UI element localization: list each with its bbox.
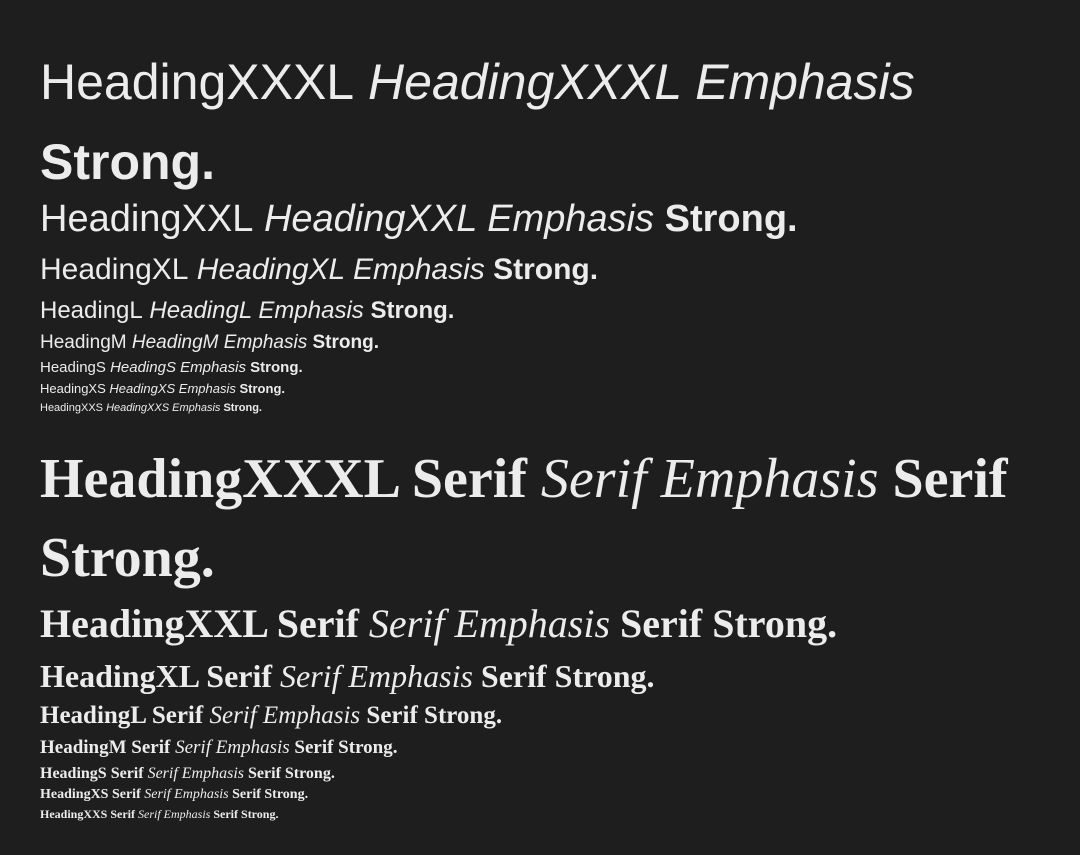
heading-xl-sans: HeadingXL HeadingXL Emphasis Strong. bbox=[40, 251, 598, 289]
heading-emphasis-text: Serif Emphasis bbox=[138, 807, 211, 821]
heading-emphasis-text: HeadingL Emphasis bbox=[149, 297, 364, 324]
heading-period: . bbox=[787, 198, 798, 240]
heading-strong-text: Serif Strong bbox=[366, 702, 496, 729]
heading-base-text: HeadingM Serif bbox=[40, 737, 171, 758]
heading-emphasis-text: Serif Emphasis bbox=[209, 702, 361, 729]
heading-strong-text: Serif Strong bbox=[213, 807, 276, 821]
heading-xxl-serif: HeadingXXL Serif Serif Emphasis Serif St… bbox=[40, 600, 837, 648]
heading-l-serif: HeadingL Serif Serif Emphasis Serif Stro… bbox=[40, 701, 502, 731]
heading-base-text: HeadingXXL Serif bbox=[40, 601, 359, 646]
heading-strong-text: Strong bbox=[223, 402, 259, 414]
heading-emphasis-text: Serif Emphasis bbox=[147, 765, 245, 782]
heading-base-text: HeadingXL bbox=[40, 253, 189, 286]
heading-strong-text: Strong bbox=[370, 297, 448, 324]
heading-xs-sans: HeadingXS HeadingXS Emphasis Strong. bbox=[40, 380, 285, 398]
heading-emphasis-text: HeadingS Emphasis bbox=[110, 359, 246, 376]
heading-base-text: HeadingM bbox=[40, 332, 127, 353]
heading-period: . bbox=[392, 737, 398, 758]
heading-period: . bbox=[201, 134, 215, 190]
heading-xl-serif: HeadingXL Serif Serif Emphasis Serif Str… bbox=[40, 656, 655, 696]
heading-strong-text: Serif Strong bbox=[620, 601, 828, 646]
heading-l-sans: HeadingL HeadingL Emphasis Strong. bbox=[40, 295, 454, 327]
heading-m-serif: HeadingM Serif Serif Emphasis Serif Stro… bbox=[40, 736, 397, 760]
heading-xxs-sans: HeadingXXS HeadingXXS Emphasis Strong. bbox=[40, 400, 262, 416]
heading-base-text: HeadingXS Serif bbox=[40, 787, 141, 802]
heading-xxxl-sans: HeadingXXXL HeadingXXXL Emphasis Strong. bbox=[40, 42, 1030, 202]
heading-emphasis-text: HeadingXXS Emphasis bbox=[106, 402, 221, 414]
heading-period: . bbox=[447, 297, 455, 324]
heading-base-text: HeadingXXL bbox=[40, 198, 254, 240]
heading-strong-text: Strong bbox=[493, 253, 590, 286]
heading-emphasis-text: Serif Emphasis bbox=[144, 787, 229, 802]
heading-s-serif: HeadingS Serif Serif Emphasis Serif Stro… bbox=[40, 764, 335, 784]
heading-base-text: HeadingXS bbox=[40, 381, 106, 396]
heading-base-text: HeadingL bbox=[40, 297, 143, 324]
heading-period: . bbox=[827, 601, 838, 646]
heading-emphasis-text: HeadingXS Emphasis bbox=[109, 381, 236, 396]
heading-base-text: HeadingL Serif bbox=[40, 702, 204, 729]
heading-strong-text: Serif Strong bbox=[294, 737, 393, 758]
heading-strong-text: Strong bbox=[664, 198, 788, 240]
typography-specimen: HeadingXXXL HeadingXXXL Emphasis Strong.… bbox=[0, 0, 1080, 855]
heading-emphasis-text: Serif Emphasis bbox=[368, 601, 611, 646]
heading-emphasis-text: HeadingXXXL Emphasis bbox=[368, 54, 915, 110]
heading-period: . bbox=[200, 527, 215, 589]
heading-base-text: HeadingXXS bbox=[40, 402, 103, 414]
heading-strong-text: Strong bbox=[312, 332, 374, 353]
heading-period: . bbox=[495, 702, 503, 729]
heading-period: . bbox=[298, 359, 303, 376]
heading-strong-text: Serif Strong bbox=[232, 787, 305, 802]
heading-emphasis-text: Serif Emphasis bbox=[175, 737, 290, 758]
heading-period: . bbox=[373, 332, 379, 353]
heading-period: . bbox=[281, 381, 286, 396]
heading-period: . bbox=[304, 787, 309, 802]
heading-base-text: HeadingS Serif bbox=[40, 765, 144, 782]
heading-period: . bbox=[330, 765, 335, 782]
heading-period: . bbox=[589, 253, 599, 286]
heading-period: . bbox=[646, 658, 655, 694]
heading-base-text: HeadingXXXL bbox=[40, 54, 355, 110]
heading-xs-serif: HeadingXS Serif Serif Emphasis Serif Str… bbox=[40, 786, 308, 804]
heading-period: . bbox=[275, 807, 279, 821]
heading-xxxl-serif: HeadingXXXL Serif Serif Emphasis Serif S… bbox=[40, 440, 1030, 598]
heading-strong-text: Strong bbox=[40, 134, 202, 190]
heading-s-sans: HeadingS HeadingS Emphasis Strong. bbox=[40, 358, 303, 378]
heading-period: . bbox=[258, 402, 262, 414]
heading-base-text: HeadingXXXL Serif bbox=[40, 448, 527, 510]
heading-strong-text: Strong bbox=[239, 381, 282, 396]
heading-strong-text: Strong bbox=[250, 359, 299, 376]
heading-xxs-serif: HeadingXXS Serif Serif Emphasis Serif St… bbox=[40, 806, 278, 822]
heading-emphasis-text: HeadingM Emphasis bbox=[131, 332, 308, 353]
heading-m-sans: HeadingM HeadingM Emphasis Strong. bbox=[40, 330, 379, 356]
heading-emphasis-text: Serif Emphasis bbox=[540, 448, 879, 510]
heading-xxl-sans: HeadingXXL HeadingXXL Emphasis Strong. bbox=[40, 196, 798, 242]
heading-base-text: HeadingXL Serif bbox=[40, 658, 273, 694]
heading-strong-text: Serif Strong bbox=[480, 658, 647, 694]
heading-base-text: HeadingXXS Serif bbox=[40, 807, 136, 821]
heading-emphasis-text: Serif Emphasis bbox=[280, 658, 473, 694]
heading-strong-text: Serif Strong bbox=[248, 765, 331, 782]
heading-emphasis-text: HeadingXXL Emphasis bbox=[263, 198, 655, 240]
heading-base-text: HeadingS bbox=[40, 359, 106, 376]
heading-emphasis-text: HeadingXL Emphasis bbox=[196, 253, 485, 286]
